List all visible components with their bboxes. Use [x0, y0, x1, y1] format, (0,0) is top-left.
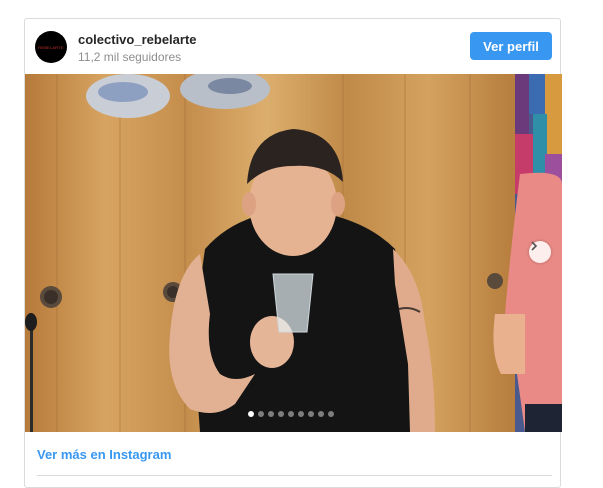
view-profile-button[interactable]: Ver perfil — [470, 32, 552, 60]
instagram-embed-card: REBELARTE colectivo_rebelarte 11,2 mil s… — [24, 18, 562, 488]
profile-avatar[interactable]: REBELARTE — [35, 31, 67, 63]
carousel-dot — [278, 411, 284, 417]
carousel-dot — [328, 411, 334, 417]
view-more-on-instagram-link[interactable]: Ver más en Instagram — [37, 447, 171, 462]
carousel-indicator — [248, 411, 334, 417]
carousel-dot — [298, 411, 304, 417]
colectivo-logo-icon: REBELARTE — [38, 44, 64, 50]
carousel-next-button[interactable] — [529, 241, 551, 263]
carousel-dot — [318, 411, 324, 417]
profile-username[interactable]: colectivo_rebelarte — [78, 32, 197, 47]
carousel-dot — [248, 411, 254, 417]
footer-divider — [37, 475, 552, 476]
carousel-dot — [258, 411, 264, 417]
carousel-dot — [308, 411, 314, 417]
post-image[interactable] — [25, 74, 562, 432]
carousel-dot — [268, 411, 274, 417]
follower-count: 11,2 mil seguidores — [78, 50, 182, 64]
post-header: REBELARTE colectivo_rebelarte 11,2 mil s… — [25, 19, 562, 74]
carousel-dot — [288, 411, 294, 417]
chevron-right-icon — [531, 241, 538, 251]
post-photo — [25, 74, 562, 432]
